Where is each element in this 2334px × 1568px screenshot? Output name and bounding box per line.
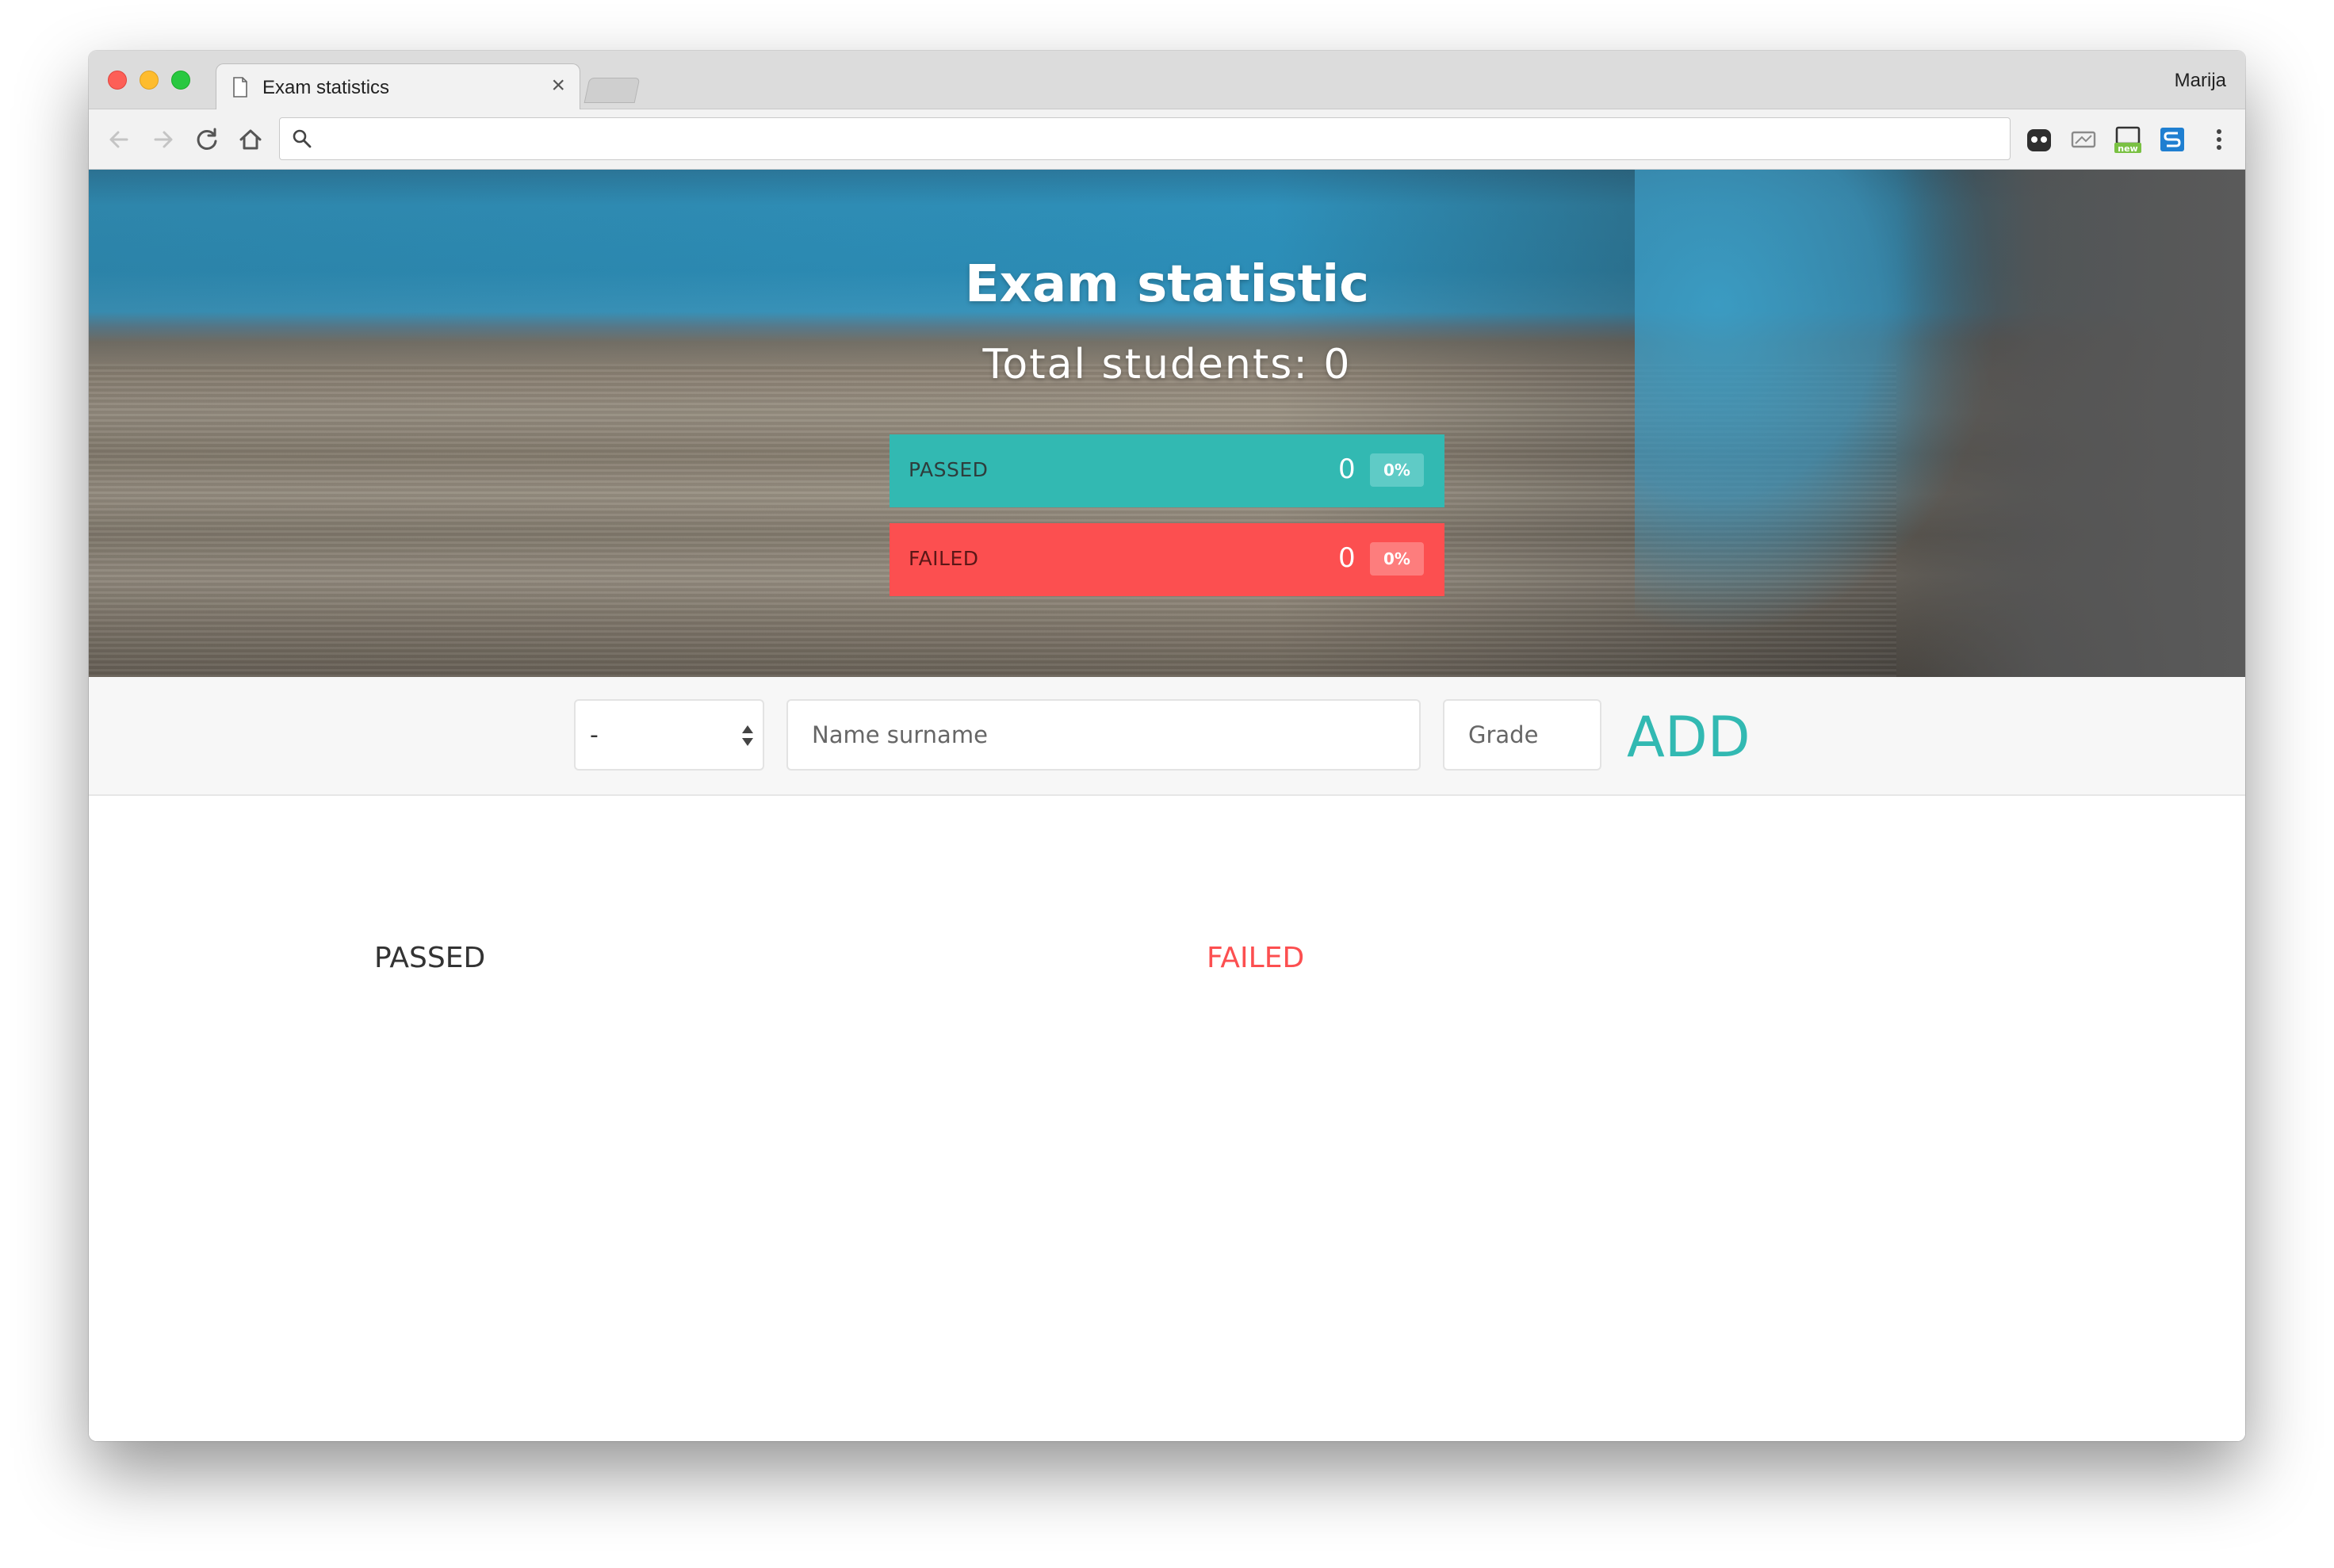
zoom-window-button[interactable] xyxy=(171,71,190,90)
passed-stat-bar: PASSED 0 0% xyxy=(890,434,1444,507)
hero-shade xyxy=(1896,170,2245,677)
home-icon[interactable] xyxy=(235,124,266,155)
browser-window: Exam statistics × Marija new Exam statis… xyxy=(89,51,2245,1441)
grade-input[interactable] xyxy=(1443,699,1601,771)
screen-capture-icon[interactable] xyxy=(2069,125,2098,154)
document-icon xyxy=(233,77,247,98)
search-icon xyxy=(293,129,312,148)
browser-toolbar: new xyxy=(89,109,2245,170)
passed-count: 0 xyxy=(1338,453,1356,485)
passed-stat-label: PASSED xyxy=(909,458,989,481)
back-icon[interactable] xyxy=(103,124,135,155)
new-tab-button[interactable] xyxy=(584,78,641,103)
passed-list-heading: PASSED xyxy=(374,942,486,974)
page-content: Exam statistic Total students: 0 PASSED … xyxy=(89,170,2245,1441)
s-extension-icon[interactable] xyxy=(2158,125,2187,154)
hero-banner: Exam statistic Total students: 0 PASSED … xyxy=(89,170,2245,677)
add-button[interactable]: ADD xyxy=(1627,706,1750,769)
tab-bar: Exam statistics × Marija xyxy=(89,51,2245,111)
total-students: Total students: 0 xyxy=(982,341,1352,388)
failed-stat-label: FAILED xyxy=(909,547,979,570)
select-value: - xyxy=(590,721,599,749)
menu-icon[interactable] xyxy=(2207,124,2231,155)
select-arrows-icon xyxy=(742,725,753,746)
ghostery-icon[interactable] xyxy=(2025,125,2053,154)
page-title: Exam statistic xyxy=(964,255,1370,314)
reload-icon[interactable] xyxy=(191,124,223,155)
failed-percent-badge: 0% xyxy=(1370,542,1424,576)
profile-name[interactable]: Marija xyxy=(2175,70,2226,92)
tab-exam-statistics[interactable]: Exam statistics × xyxy=(216,63,580,111)
name-surname-input[interactable] xyxy=(786,699,1421,771)
address-bar[interactable] xyxy=(279,117,2011,160)
close-tab-icon[interactable]: × xyxy=(551,74,565,98)
minimize-window-button[interactable] xyxy=(140,71,159,90)
subject-select[interactable]: - xyxy=(574,699,764,771)
forward-icon[interactable] xyxy=(147,124,179,155)
book-pages-texture xyxy=(89,364,1896,677)
tab-title: Exam statistics xyxy=(262,77,390,98)
failed-count: 0 xyxy=(1338,542,1356,574)
address-input[interactable] xyxy=(324,123,1989,155)
new-badge-extension-icon[interactable]: new xyxy=(2114,125,2142,154)
close-window-button[interactable] xyxy=(108,71,127,90)
failed-list-heading: FAILED xyxy=(1207,942,1305,974)
passed-percent-badge: 0% xyxy=(1370,453,1424,487)
new-badge: new xyxy=(2118,143,2137,154)
add-student-form: - ADD xyxy=(89,677,2245,796)
failed-stat-bar: FAILED 0 0% xyxy=(890,523,1444,596)
